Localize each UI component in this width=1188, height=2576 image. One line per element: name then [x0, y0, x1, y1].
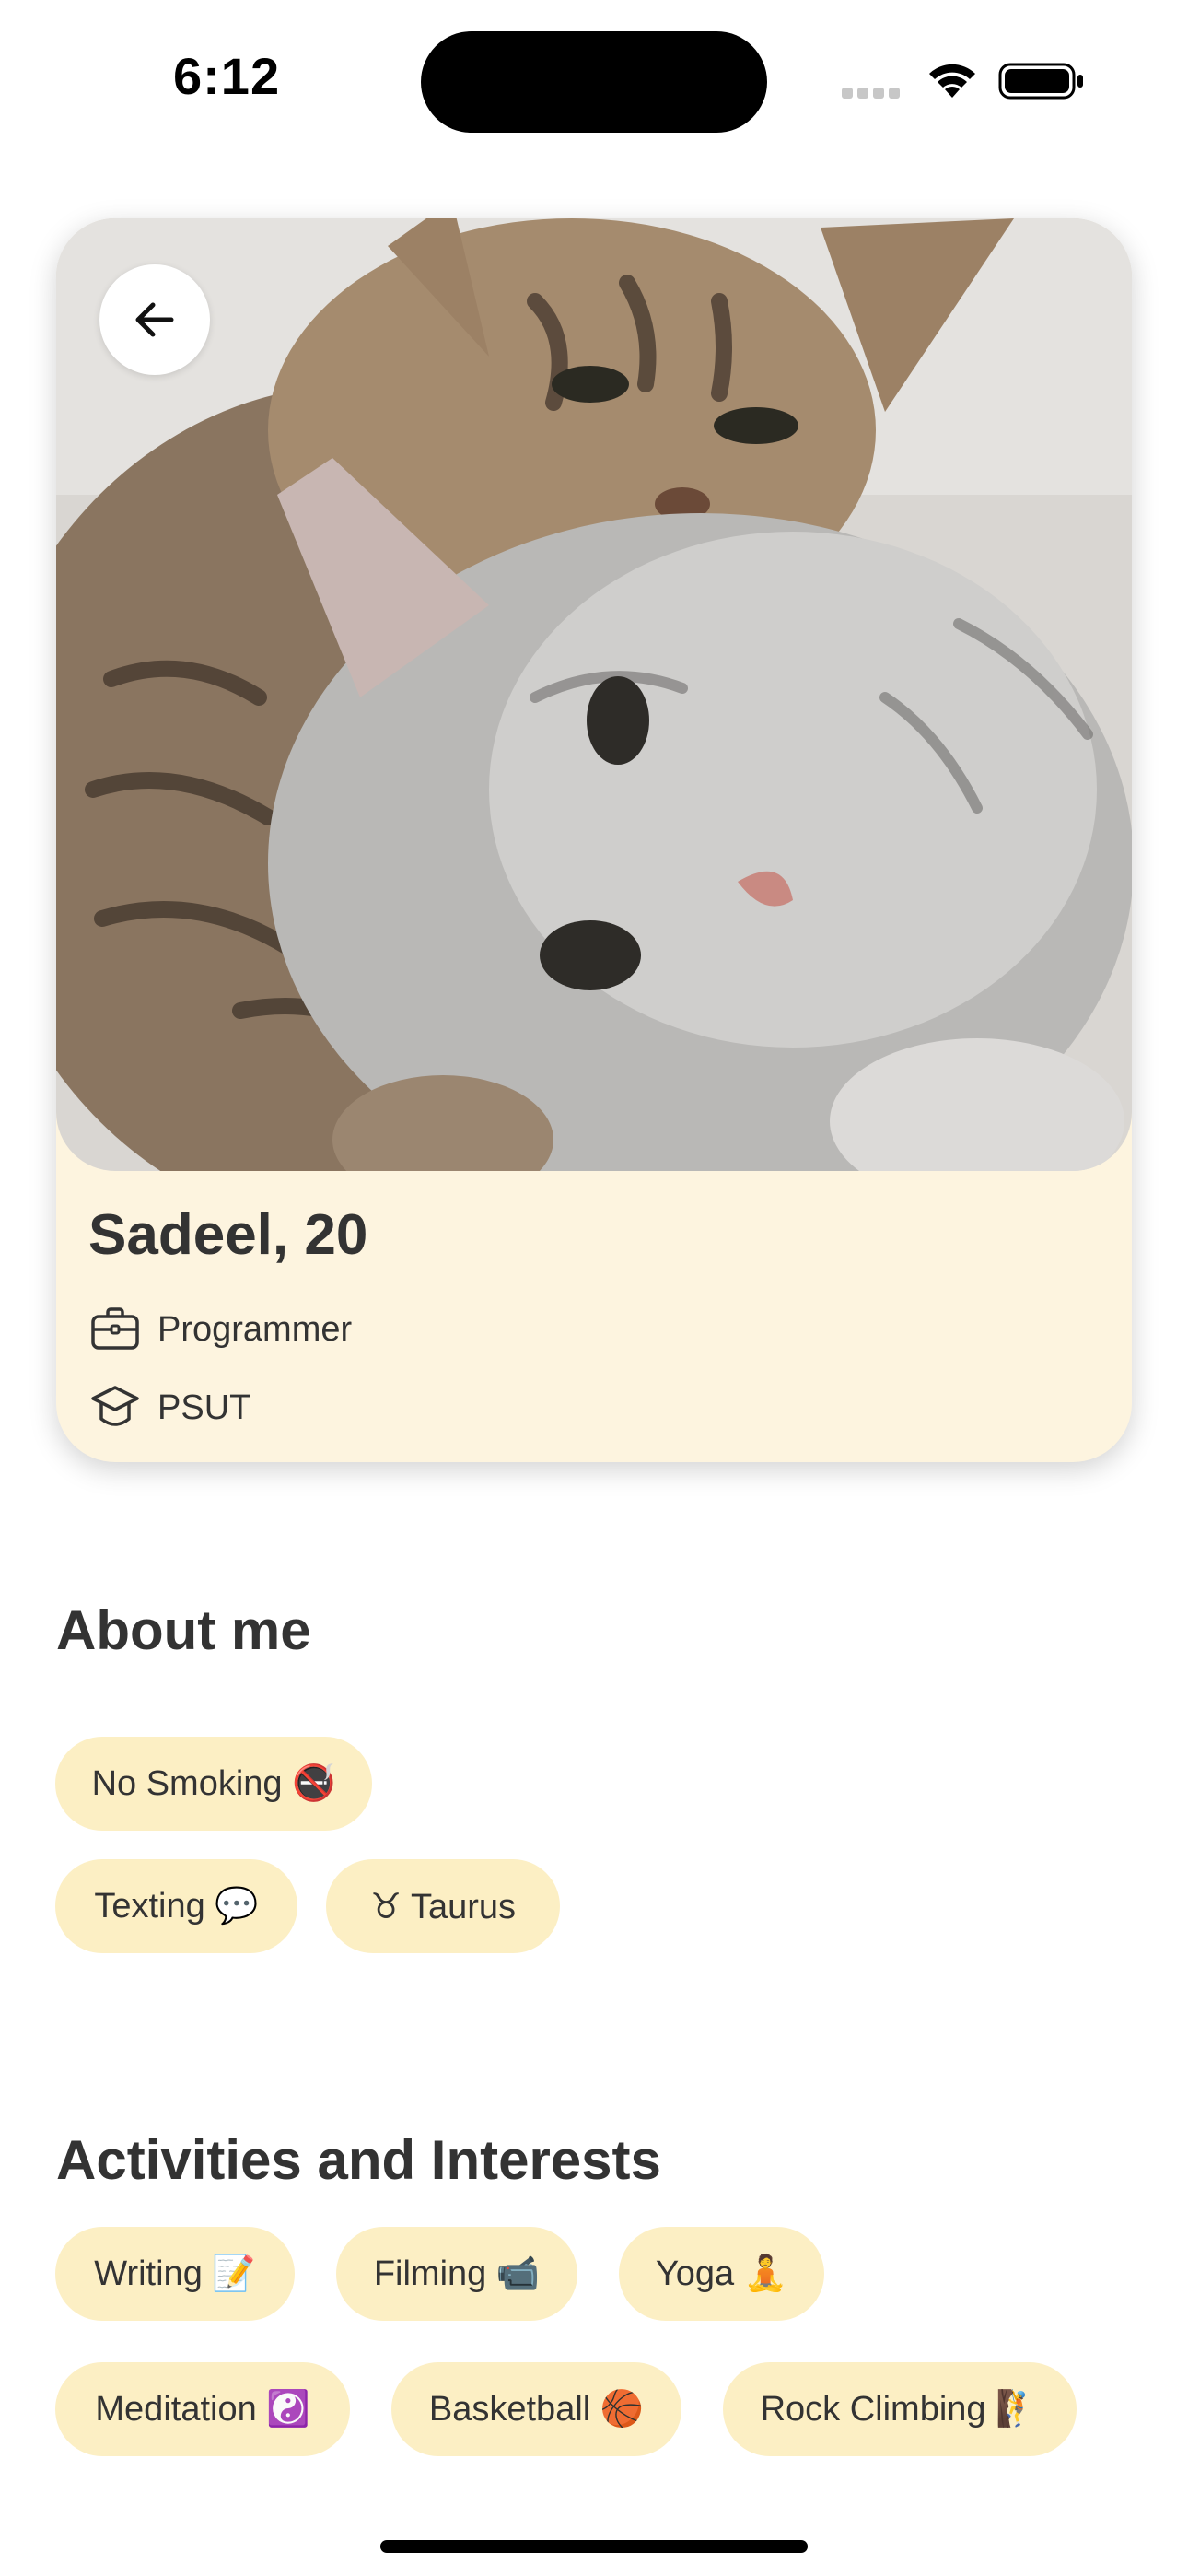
about-chip[interactable]: Texting 💬 [55, 1859, 297, 1953]
back-button[interactable] [99, 264, 210, 375]
home-indicator[interactable] [380, 2540, 808, 2553]
dynamic-island [421, 31, 767, 133]
interest-chip[interactable]: Basketball 🏀 [391, 2362, 681, 2456]
about-me-heading: About me [56, 1599, 311, 1661]
arrow-left-icon [135, 302, 174, 337]
job-label: Programmer [157, 1309, 353, 1349]
cellular-signal-icon [842, 87, 904, 103]
profile-photo [56, 218, 1132, 1171]
wifi-icon [929, 64, 975, 98]
job-row: Programmer [89, 1304, 352, 1355]
status-time: 6:12 [173, 47, 281, 105]
interest-chip[interactable]: Meditation ☯️ [55, 2362, 350, 2456]
profile-name-age: Sadeel, 20 [88, 1203, 368, 1267]
interests-heading: Activities and Interests [56, 2129, 661, 2191]
interest-chip[interactable]: Yoga 🧘 [619, 2227, 824, 2321]
school-label: PSUT [157, 1388, 251, 1427]
interest-chip[interactable]: Filming 📹 [336, 2227, 577, 2321]
school-row: PSUT [89, 1382, 250, 1434]
interest-chip[interactable]: Rock Climbing 🧗 [723, 2362, 1077, 2456]
about-chip[interactable]: ♉ Taurus [326, 1859, 560, 1953]
interest-chip[interactable]: Writing 📝 [55, 2227, 295, 2321]
profile-card: Sadeel, 20 Programmer PSUT [56, 218, 1132, 1462]
about-chip[interactable]: No Smoking 🚭 [55, 1737, 372, 1831]
briefcase-icon [91, 1307, 139, 1350]
battery-icon [998, 63, 1083, 100]
graduation-cap-icon [91, 1386, 139, 1426]
